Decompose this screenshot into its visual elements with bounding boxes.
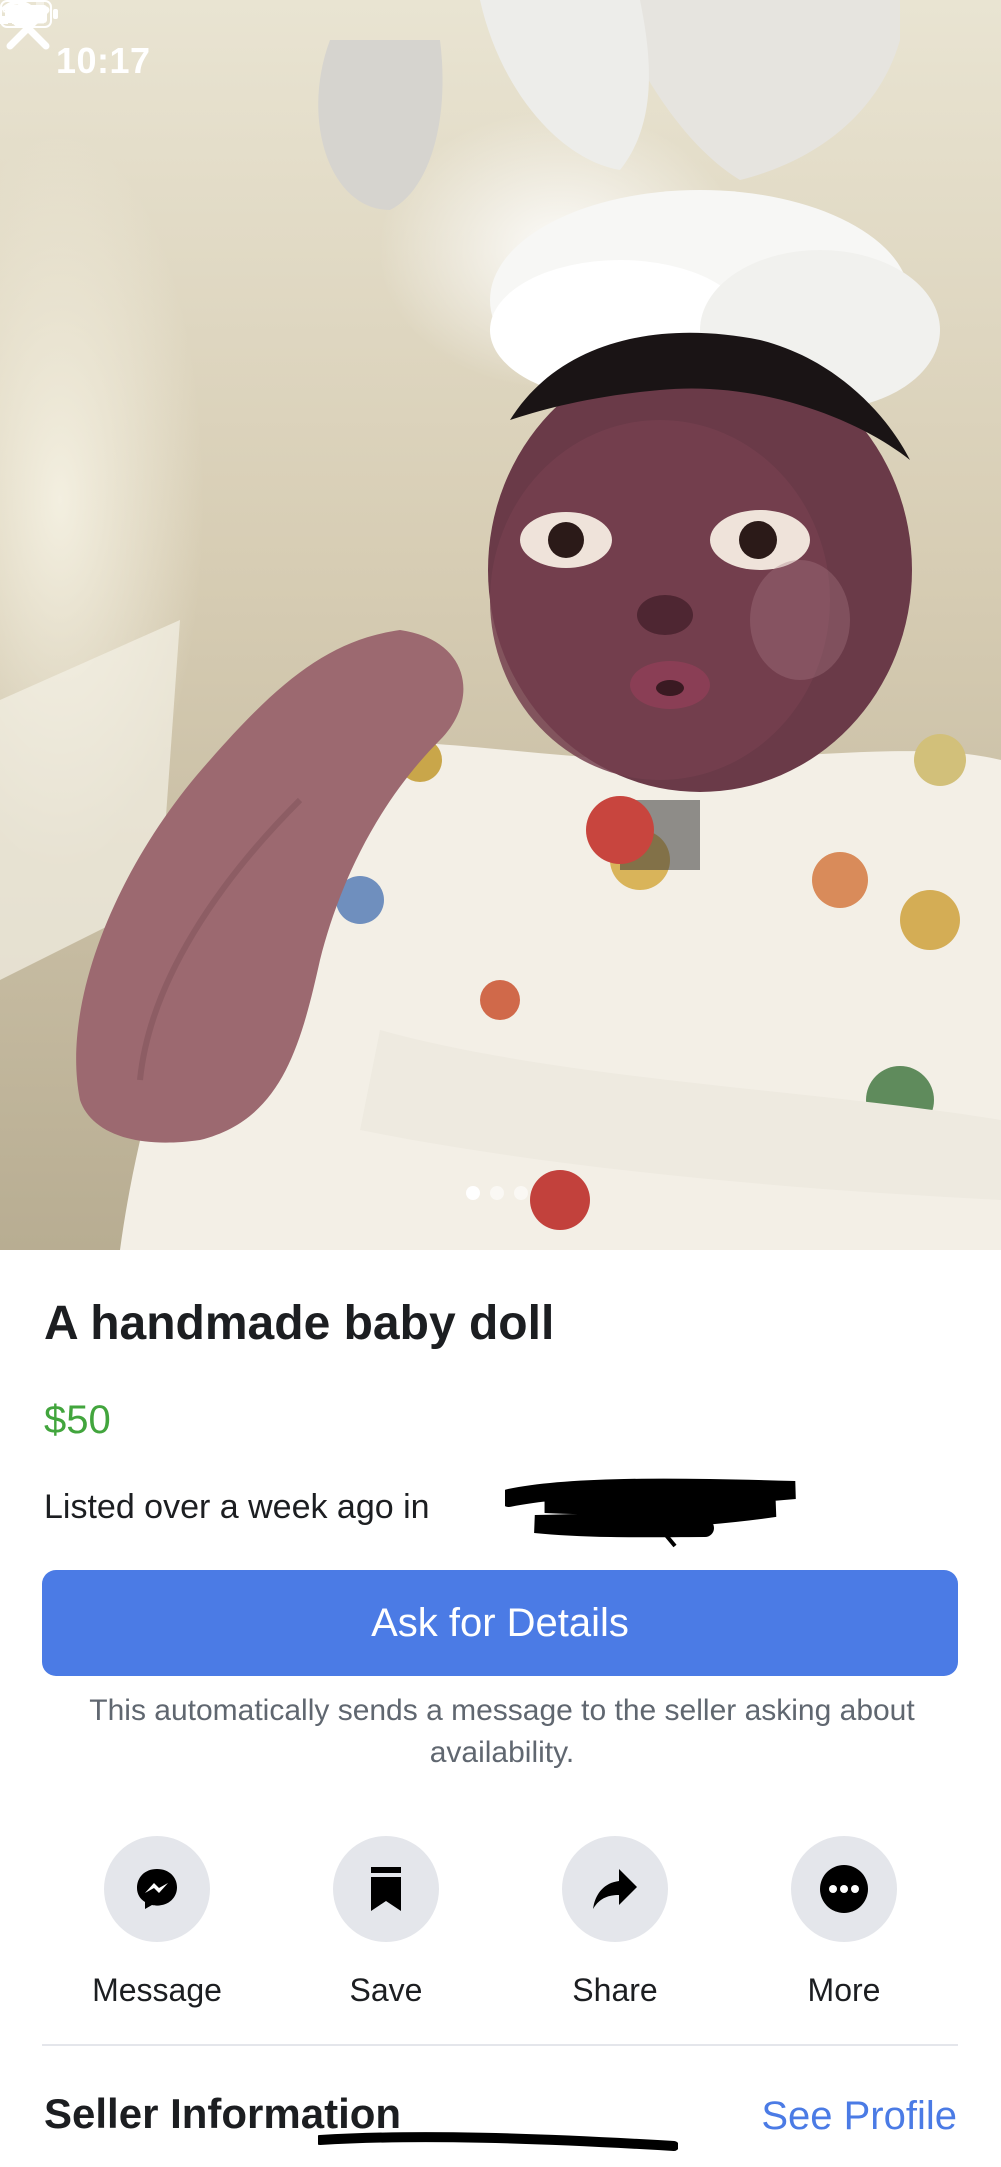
section-divider: [42, 2044, 958, 2046]
location-redaction-scribble: [505, 1478, 796, 1548]
share-arrow-icon: [593, 1869, 637, 1909]
status-time: 10:17: [56, 40, 151, 81]
pager-dot-1: [466, 1186, 480, 1200]
listing-photo[interactable]: 10:17: [0, 0, 1001, 1250]
share-button[interactable]: [562, 1836, 668, 1942]
more-button[interactable]: [791, 1836, 897, 1942]
messenger-icon: [137, 1869, 177, 1909]
close-icon[interactable]: [0, 0, 56, 56]
more-action[interactable]: More: [744, 1836, 944, 2009]
see-profile-link[interactable]: See Profile: [761, 2094, 957, 2139]
more-dots-icon: [820, 1865, 868, 1913]
doll-photo-illustration: [0, 0, 1001, 1250]
message-button[interactable]: [104, 1836, 210, 1942]
share-action[interactable]: Share: [515, 1836, 715, 2009]
listed-info: Listed over a week ago in: [44, 1488, 430, 1526]
save-button[interactable]: [333, 1836, 439, 1942]
photo-pager-dots: [466, 1186, 528, 1200]
save-label: Save: [349, 1972, 423, 2008]
seller-name-redaction: [318, 2132, 678, 2151]
status-bar: 10:17: [0, 0, 1001, 130]
ask-details-note: This automatically sends a message to th…: [89, 1694, 915, 1769]
action-row: Message Save Share More: [0, 1836, 1001, 2009]
message-label: Message: [92, 1972, 222, 2008]
ask-for-details-button[interactable]: Ask for Details: [42, 1570, 958, 1676]
pager-dot-3: [514, 1186, 528, 1200]
listing-price: $50: [44, 1398, 111, 1442]
pager-dot-2: [490, 1186, 504, 1200]
more-label: More: [807, 1972, 881, 2008]
message-action[interactable]: Message: [57, 1836, 257, 2009]
save-action[interactable]: Save: [286, 1836, 486, 2009]
listing-title: A handmade baby doll: [44, 1297, 555, 1350]
share-label: Share: [572, 1972, 658, 2008]
bookmark-icon: [371, 1867, 401, 1911]
